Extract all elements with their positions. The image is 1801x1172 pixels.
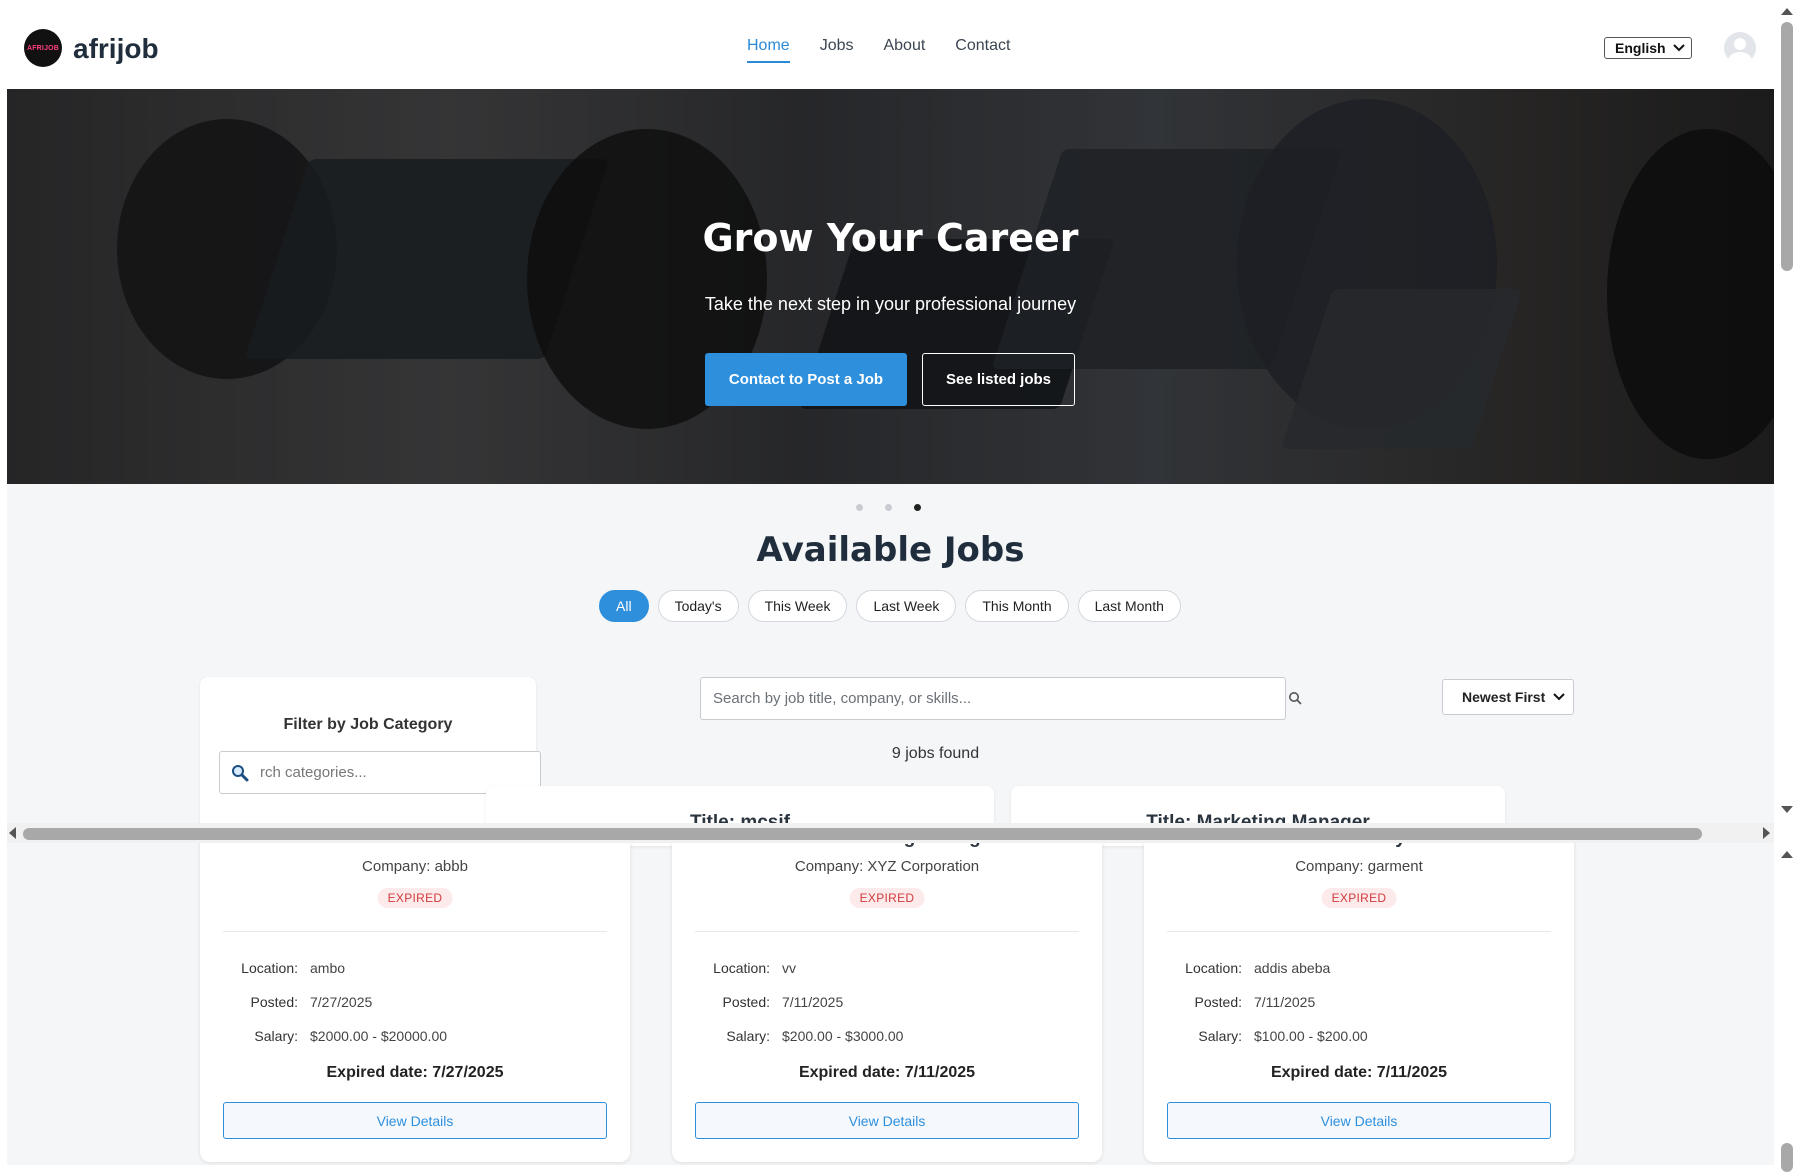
nav-about[interactable]: About <box>883 37 925 63</box>
salary-label: Salary: <box>726 1028 770 1044</box>
job-card: Title: mcsif Company: abbb EXPIRED Locat… <box>200 832 630 1162</box>
hero-banner: Grow Your Career Take the next step in y… <box>7 89 1774 484</box>
job-card-company: Company: abbb <box>362 858 468 875</box>
hero-subtitle: Take the next step in your professional … <box>704 294 1077 314</box>
job-location-row: Location: addis abeba <box>1172 960 1330 976</box>
salary-value: $200.00 - $3000.00 <box>782 1028 904 1044</box>
filter-this-month[interactable]: This Month <box>965 590 1069 622</box>
job-salary-row: Salary: $2000.00 - $20000.00 <box>228 1028 447 1044</box>
view-details-button[interactable]: View Details <box>1167 1102 1551 1139</box>
job-card: Title: Marketing Manager Company: XYZ Co… <box>672 832 1102 1162</box>
job-location-row: Location: vv <box>700 960 796 976</box>
job-card-company: Company: XYZ Corporation <box>794 858 980 875</box>
status-badge: EXPIRED <box>1321 888 1397 908</box>
carousel-dot-1[interactable] <box>856 504 863 511</box>
language-select[interactable]: English <box>1604 37 1692 59</box>
scroll-right-icon[interactable] <box>1763 827 1770 839</box>
job-posted-row: Posted: 7/11/2025 <box>700 994 844 1010</box>
scroll-down-icon[interactable] <box>1781 806 1793 813</box>
scroll-left-icon[interactable] <box>9 827 16 839</box>
contact-post-job-button[interactable]: Contact to Post a Job <box>705 353 907 406</box>
scroll-up-icon[interactable] <box>1781 8 1793 15</box>
category-filter-title: Filter by Job Category <box>283 716 453 733</box>
job-card-company: Company: garment <box>1295 858 1423 875</box>
language-select-value: English <box>1615 40 1666 56</box>
nav-jobs[interactable]: Jobs <box>820 37 854 63</box>
job-expired-date: Expired date: 7/11/2025 <box>798 1064 976 1081</box>
job-posted-row: Posted: 7/27/2025 <box>228 994 373 1010</box>
search-icon[interactable] <box>1288 691 1302 705</box>
salary-label: Salary: <box>254 1028 298 1044</box>
location-value: vv <box>782 960 796 976</box>
job-salary-row: Salary: $200.00 - $3000.00 <box>700 1028 903 1044</box>
job-posted-row: Posted: 7/11/2025 <box>1172 994 1316 1010</box>
vertical-scroll-thumb-lower[interactable] <box>1781 1143 1793 1172</box>
magnifier-icon <box>232 765 249 782</box>
job-expired-date: Expired date: 7/11/2025 <box>1270 1064 1448 1081</box>
filter-last-week[interactable]: Last Week <box>856 590 957 622</box>
view-details-button[interactable]: View Details <box>695 1102 1079 1139</box>
browser-viewport: AFRIJOB afrijob Home Jobs About Contact … <box>7 7 1774 1165</box>
divider <box>223 931 607 932</box>
logo-text[interactable]: afrijob <box>73 33 159 65</box>
see-listed-jobs-button[interactable]: See listed jobs <box>922 353 1075 406</box>
jobs-found-count: 9 jobs found <box>891 745 980 762</box>
chevron-down-icon <box>1553 693 1565 701</box>
posted-value: 7/27/2025 <box>310 994 373 1010</box>
posted-label: Posted: <box>250 994 298 1010</box>
view-details-button[interactable]: View Details <box>223 1102 607 1139</box>
date-filter-pills: All Today's This Week Last Week This Mon… <box>599 590 1181 622</box>
nav-contact[interactable]: Contact <box>955 37 1010 63</box>
sort-select[interactable]: Newest First <box>1442 679 1574 715</box>
main-nav: Home Jobs About Contact <box>747 37 1010 63</box>
location-label: Location: <box>241 960 298 976</box>
horizontal-scroll-thumb[interactable] <box>23 828 1702 840</box>
posted-label: Posted: <box>1194 994 1242 1010</box>
salary-value: $2000.00 - $20000.00 <box>310 1028 448 1044</box>
chevron-down-icon <box>1673 44 1685 52</box>
filter-all[interactable]: All <box>599 590 649 622</box>
hero-title: Grow Your Career <box>702 216 1079 260</box>
site-header: AFRIJOB afrijob Home Jobs About Contact … <box>7 7 1774 90</box>
category-search-placeholder: rch categories... <box>260 764 367 781</box>
status-badge: EXPIRED <box>377 888 453 908</box>
salary-label: Salary: <box>1198 1028 1242 1044</box>
status-badge: EXPIRED <box>849 888 925 908</box>
filter-this-week[interactable]: This Week <box>747 590 848 622</box>
location-label: Location: <box>713 960 770 976</box>
jobs-section-title: Available Jobs <box>756 530 1025 570</box>
salary-value: $100.00 - $200.00 <box>1254 1028 1368 1044</box>
job-card: Title: abay Company: garment EXPIRED Loc… <box>1144 832 1574 1162</box>
divider <box>1167 931 1551 932</box>
horizontal-scrollbar[interactable] <box>7 823 1774 843</box>
location-label: Location: <box>1185 960 1242 976</box>
sort-select-value: Newest First <box>1462 689 1546 705</box>
posted-value: 7/11/2025 <box>782 994 844 1010</box>
nav-home[interactable]: Home <box>747 37 790 63</box>
posted-label: Posted: <box>722 994 770 1010</box>
filter-last-month[interactable]: Last Month <box>1077 590 1181 622</box>
job-search-placeholder: Search by job title, company, or skills.… <box>713 690 972 707</box>
divider <box>695 931 1079 932</box>
logo-icon[interactable]: AFRIJOB <box>24 29 62 67</box>
carousel-dots <box>856 504 921 511</box>
job-search-input[interactable]: Search by job title, company, or skills.… <box>700 677 1286 720</box>
posted-value: 7/11/2025 <box>1254 994 1316 1010</box>
filter-today[interactable]: Today's <box>657 590 739 622</box>
job-salary-row: Salary: $100.00 - $200.00 <box>1172 1028 1368 1044</box>
job-expired-date: Expired date: 7/27/2025 <box>326 1064 504 1081</box>
job-location-row: Location: ambo <box>228 960 345 976</box>
location-value: addis abeba <box>1254 960 1331 976</box>
hero-overlay <box>7 89 1774 484</box>
carousel-dot-2[interactable] <box>885 504 892 511</box>
vertical-scroll-thumb-upper[interactable] <box>1781 22 1793 271</box>
scroll-up-icon[interactable] <box>1781 851 1793 858</box>
carousel-dot-3[interactable] <box>914 504 921 511</box>
user-avatar-icon[interactable] <box>1724 32 1756 64</box>
location-value: ambo <box>310 960 346 976</box>
